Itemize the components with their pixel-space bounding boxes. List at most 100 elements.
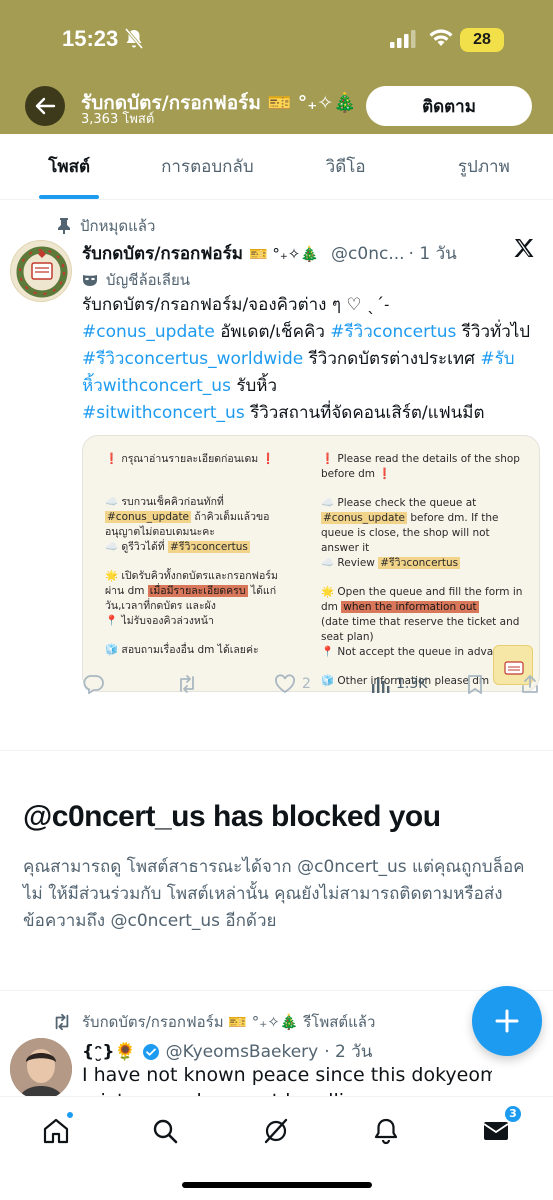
- image-text: ได้แก่: [247, 585, 277, 597]
- hashtag-link[interactable]: #รีวิวconcertus: [330, 322, 456, 342]
- post-time[interactable]: · 1 วัน: [409, 240, 457, 267]
- bell-icon: [374, 1118, 398, 1145]
- image-text: when the information out: [341, 601, 479, 613]
- views-button[interactable]: 1.3K: [370, 674, 427, 694]
- nav-notifications[interactable]: [364, 1111, 408, 1151]
- person-photo: [10, 1038, 72, 1100]
- nav-grok[interactable]: [254, 1111, 298, 1151]
- tab-photos[interactable]: รูปภาพ: [415, 134, 553, 199]
- image-text: seat plan): [321, 631, 374, 643]
- post-image[interactable]: ❗ กรุณาอ่านรายละเอียดก่อนเดม ❗ ☁️ รบกวนเ…: [82, 435, 540, 692]
- verified-badge-icon: [142, 1043, 159, 1060]
- pin-icon: [58, 218, 70, 234]
- nav-search[interactable]: [143, 1111, 187, 1151]
- image-text: เมื่อมีรายละเอียดครบ: [147, 585, 248, 597]
- share-icon: [522, 675, 538, 693]
- compose-post-button[interactable]: [472, 986, 542, 1056]
- image-text: ถ้าคิวเต็มแล้วขอ: [191, 511, 270, 523]
- reply-icon: [83, 675, 104, 694]
- author-emoji: 🎫 °₊✧🎄: [248, 244, 320, 263]
- home-indicator: [182, 1182, 372, 1188]
- arrow-left-icon: [35, 97, 56, 115]
- tab-replies[interactable]: การตอบกลับ: [138, 134, 276, 199]
- image-text: ☁️ รบกวนเช็คคิวก่อนทักที่: [105, 496, 224, 508]
- reply-button[interactable]: [82, 674, 104, 694]
- image-text: #รีวิวconcertus: [168, 541, 250, 553]
- post-text-segment: รีวิวทั่วไป: [456, 322, 531, 342]
- repost-button[interactable]: [176, 674, 198, 694]
- image-text: ☁️ Please check the queue at: [321, 497, 477, 509]
- image-thai-column: ❗ กรุณาอ่านรายละเอียดก่อนเดม ❗ ☁️ รบกวนเ…: [105, 452, 315, 658]
- image-text: #รีวิวconcertus: [378, 557, 461, 569]
- repost-handle[interactable]: @KyeomsBaekery: [166, 1042, 319, 1062]
- tab-videos[interactable]: วิดีโอ: [277, 134, 415, 199]
- image-text: วัน,เวลาที่กดบัตร และผัง: [105, 600, 216, 612]
- status-bar: 15:23 28: [0, 0, 553, 80]
- bookmark-icon: [468, 675, 482, 694]
- repost-time[interactable]: · 2 วัน: [324, 1038, 372, 1065]
- post-header: รับกดบัตร/กรอกฟอร์ม 🎫 °₊✧🎄 @c0nc... · 1 …: [82, 240, 510, 267]
- image-text: answer it: [321, 542, 370, 554]
- repost-icon: [55, 1013, 69, 1031]
- profile-tabs: โพสต์ การตอบกลับ วิดีโอ รูปภาพ: [0, 134, 553, 200]
- like-button[interactable]: 2: [274, 674, 311, 694]
- post-author[interactable]: รับกดบัตร/กรอกฟอร์ม: [82, 240, 243, 267]
- post-text-segment: รีวิวสถานที่จัดคอนเสิร์ต/แฟนมีต: [244, 403, 485, 423]
- image-text: ☁️ Review: [321, 557, 379, 569]
- image-text: ❗ Please read the details of the shop be…: [321, 453, 520, 480]
- profile-header: 15:23 28 รับกดบัตร/กรอกฟอร์ม 🎫 °₊✧🎄 3,36…: [0, 0, 553, 134]
- post-text: รับกดบัตร/กรอกฟอร์ม/จองคิวต่าง ๆ ♡ ˎˊ˗ #…: [82, 292, 532, 427]
- image-text: #conus_update: [321, 512, 408, 524]
- avatar[interactable]: [10, 240, 72, 302]
- tab-label: การตอบกลับ: [161, 157, 254, 177]
- parody-label: บัญชีล้อเลียน: [106, 271, 191, 289]
- like-count: 2: [302, 676, 311, 692]
- battery-indicator: 28: [460, 28, 504, 52]
- avatar[interactable]: [10, 1038, 72, 1100]
- image-text: 🌟 Open the queue and fill the form in: [321, 586, 523, 598]
- image-text: dm: [321, 601, 342, 613]
- nav-home[interactable]: [34, 1111, 78, 1151]
- image-text: queue is close, the shop will not: [321, 527, 490, 539]
- hashtag-link[interactable]: #sitwithconcert_us: [82, 403, 245, 423]
- repost-author[interactable]: {ᵔ̮}🌻: [82, 1042, 136, 1062]
- tab-label: วิดีโอ: [325, 157, 366, 177]
- tab-label: รูปภาพ: [457, 157, 510, 177]
- post-handle[interactable]: @c0nc...: [331, 244, 405, 264]
- reposted-indicator: รับกดบัตร/กรอกฟอร์ม 🎫 °₊✧🎄 รีโพสต์แล้ว: [52, 1010, 375, 1034]
- post-actions: 2 1.3K: [82, 674, 542, 700]
- post-text-segment: อัพเดต/เช็คคิว: [214, 322, 331, 342]
- share-button[interactable]: [520, 674, 540, 694]
- wreath-logo-icon: [16, 246, 68, 298]
- repost-header: {ᵔ̮}🌻 @KyeomsBaekery · 2 วัน: [82, 1038, 372, 1065]
- post-text-segment: รับหิ้ว: [230, 376, 278, 396]
- pinned-label: ปักหมุดแล้ว: [80, 217, 156, 235]
- grok-icon: [264, 1118, 288, 1144]
- image-text: before dm. If the: [407, 512, 499, 524]
- image-text: ❗ กรุณาอ่านรายละเอียดก่อนเดม ❗: [105, 453, 275, 465]
- blocked-title: @c0ncert_us has blocked you: [23, 800, 441, 833]
- image-text: 📍 ไม่รับจองคิวล่วงหน้า: [105, 615, 214, 627]
- image-text: ผ่าน dm: [105, 585, 148, 597]
- bookmark-button[interactable]: [466, 674, 484, 694]
- blocked-description: คุณสามารถดู โพสต์สาธารณะได้จาก @c0ncert_…: [23, 857, 525, 931]
- image-text: ☁️ ดูรีวิวได้ที่: [105, 541, 169, 553]
- follow-button[interactable]: ติดตาม: [366, 86, 532, 126]
- cell-signal-icon: [390, 30, 416, 52]
- post-text-intro: รับกดบัตร/กรอกฟอร์ม/จองคิวต่าง ๆ ♡ ˎˊ˗: [82, 295, 390, 315]
- parody-label-row: บัญชีล้อเลียน: [82, 268, 190, 292]
- repost-icon: [180, 675, 194, 693]
- pinned-indicator: ปักหมุดแล้ว: [58, 214, 155, 238]
- hashtag-link[interactable]: #รีวิวconcertus_worldwide: [82, 349, 303, 369]
- post-count: 3,363 โพสต์: [81, 112, 155, 127]
- search-icon: [153, 1119, 178, 1144]
- nav-messages[interactable]: 3: [474, 1105, 522, 1151]
- hashtag-link[interactable]: #conus_update: [82, 322, 215, 342]
- heart-icon: [275, 674, 295, 694]
- reposted-label: รับกดบัตร/กรอกฟอร์ม 🎫 °₊✧🎄 รีโพสต์แล้ว: [82, 1013, 376, 1031]
- image-text: (date time that reserve the ticket and: [321, 616, 520, 628]
- back-button[interactable]: [25, 86, 65, 126]
- bell-muted-icon: [124, 28, 144, 54]
- tab-posts[interactable]: โพสต์: [0, 134, 138, 199]
- image-text: 🌟 เปิดรับคิวทั้งกดบัตรและกรอกฟอร์ม: [105, 570, 278, 582]
